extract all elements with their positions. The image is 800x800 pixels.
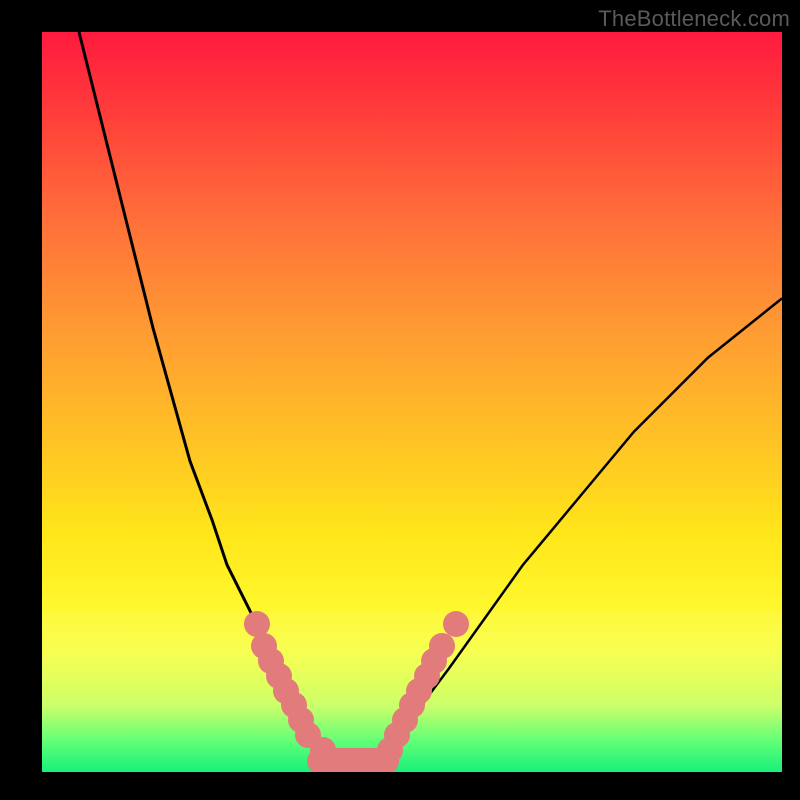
curve-layer <box>42 32 782 772</box>
plot-area <box>42 32 782 772</box>
chart-frame: TheBottleneck.com <box>0 0 800 800</box>
watermark-text: TheBottleneck.com <box>598 6 790 32</box>
curve-right-branch <box>382 298 782 757</box>
marker-dot <box>429 633 455 659</box>
curve-left-branch <box>79 32 323 757</box>
marker-dot <box>443 611 469 637</box>
